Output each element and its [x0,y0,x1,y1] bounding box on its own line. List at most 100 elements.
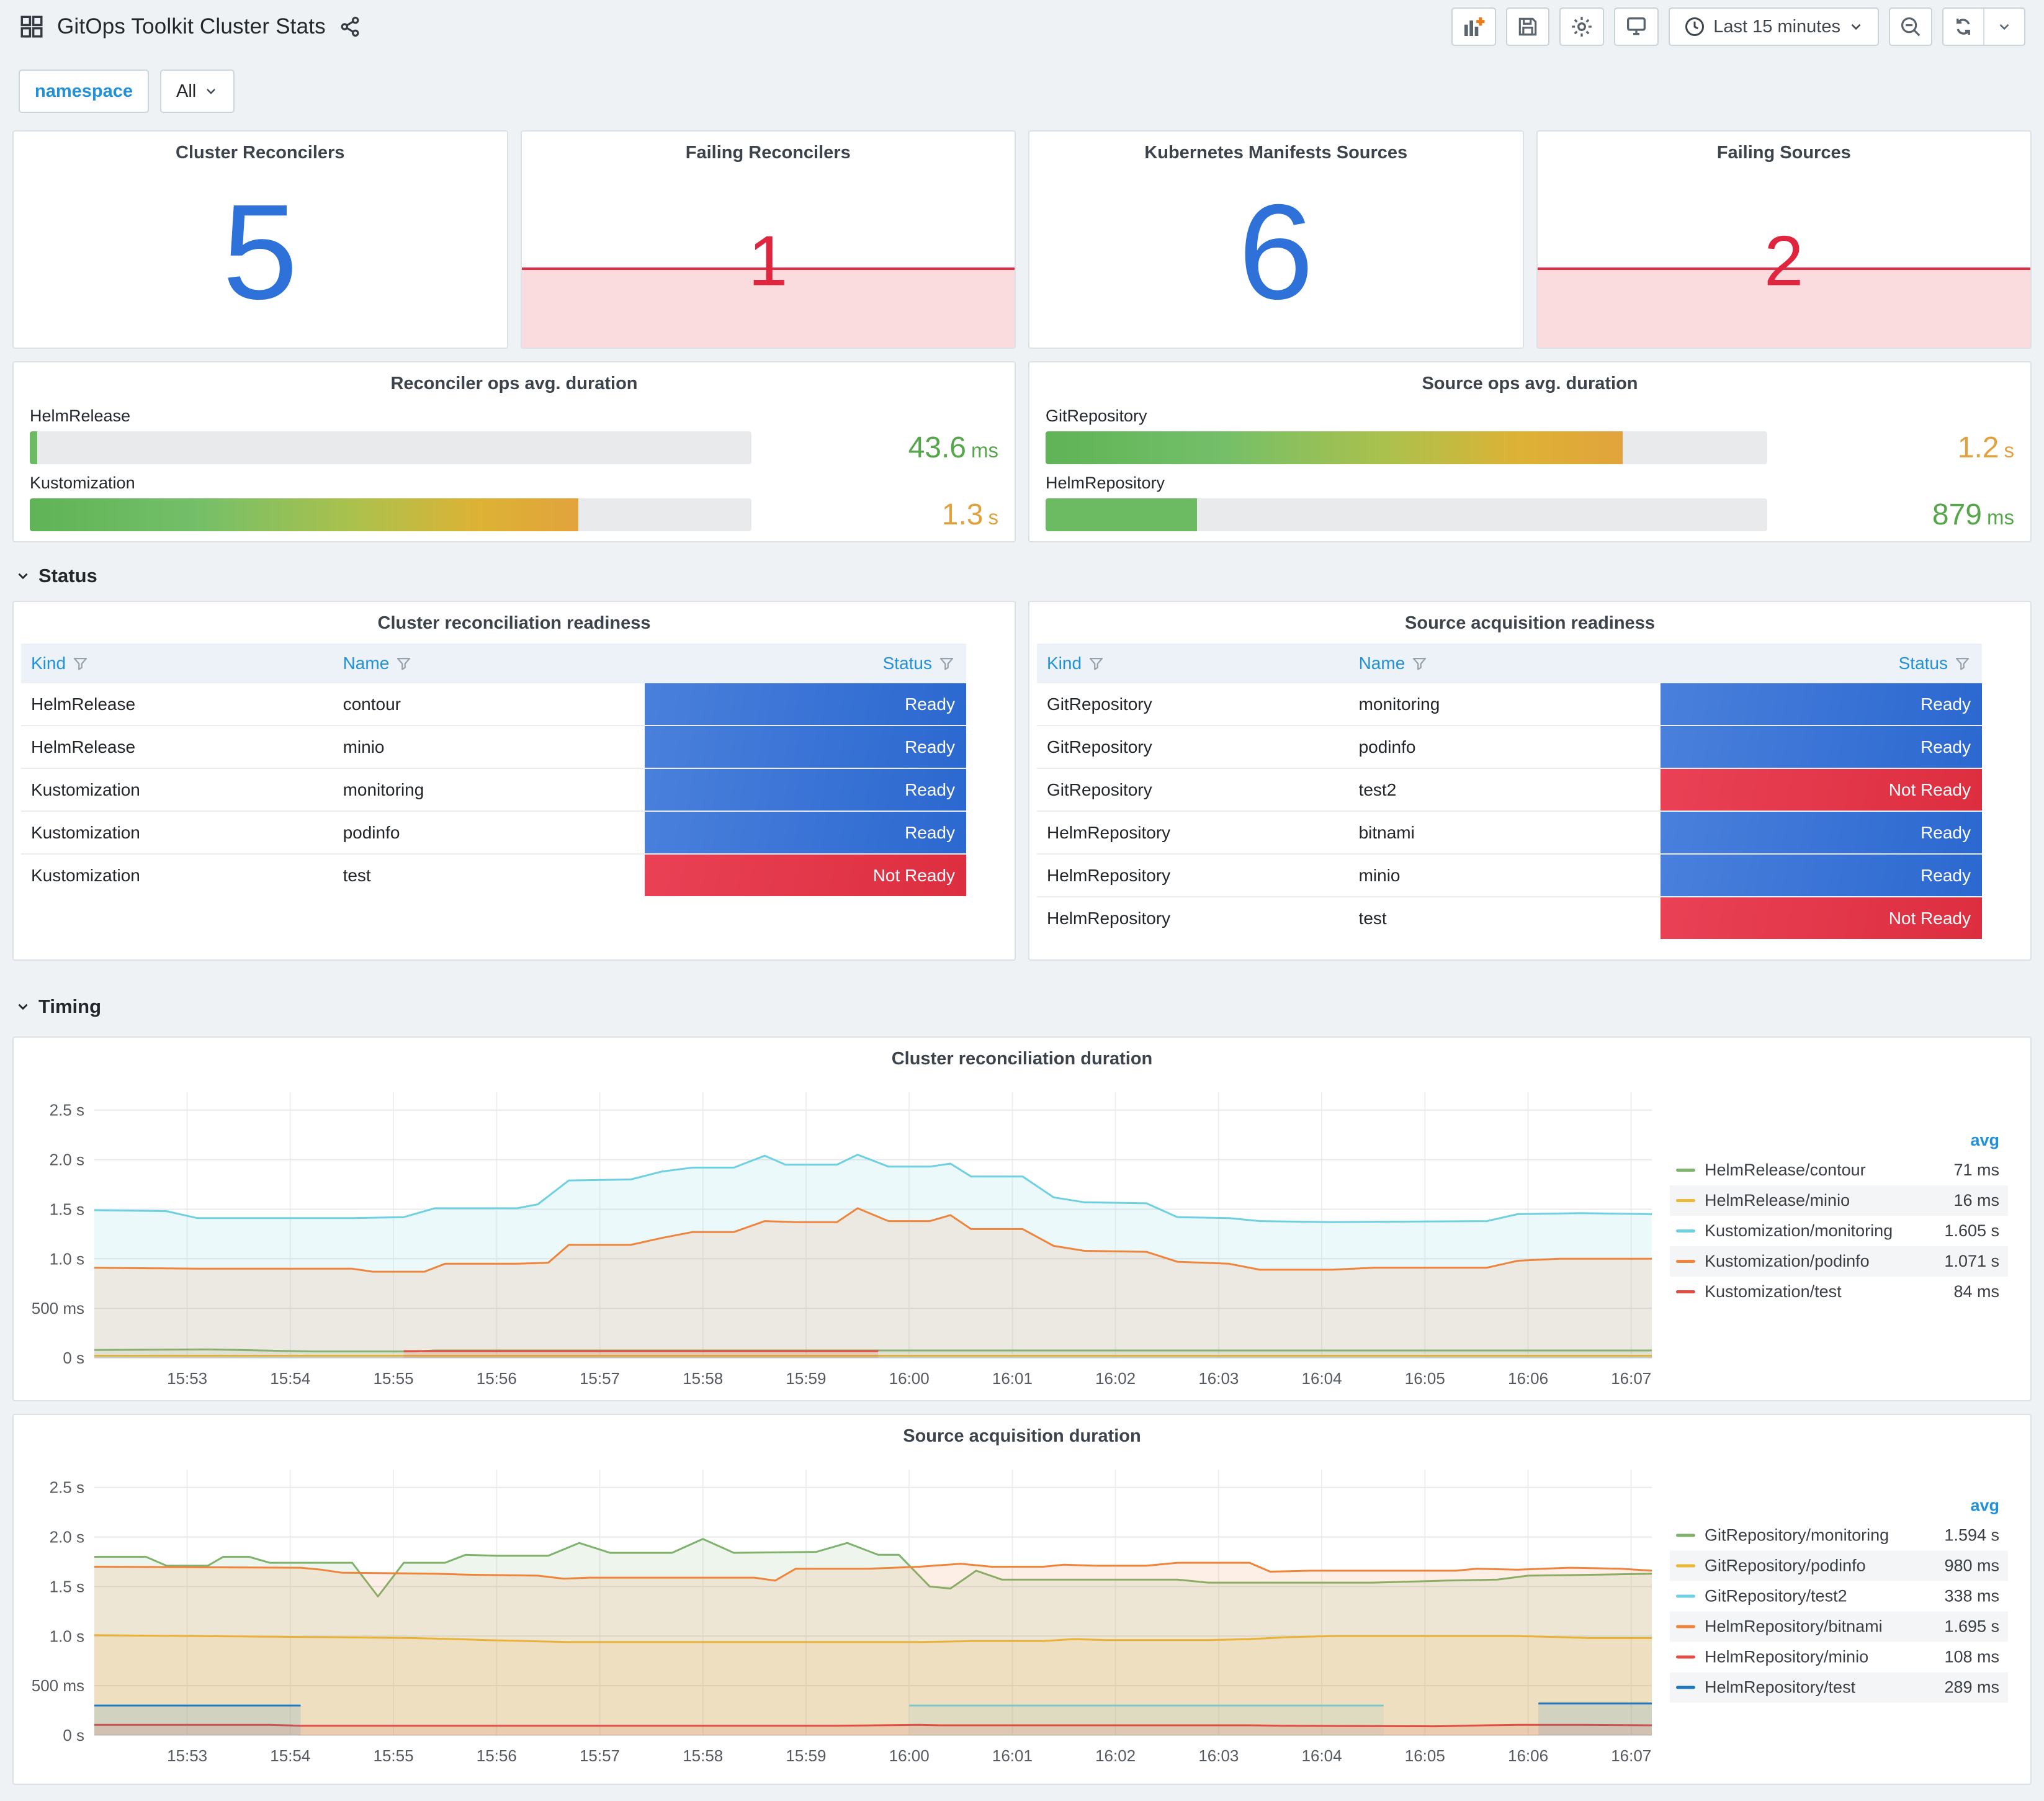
variable-value-dropdown[interactable]: All [160,70,235,113]
legend-item[interactable]: HelmRelease/minio 16 ms [1670,1185,2008,1216]
svg-text:15:56: 15:56 [477,1746,517,1765]
cell-kind: HelmRelease [31,694,136,714]
svg-text:16:03: 16:03 [1198,1746,1239,1765]
legend-item[interactable]: Kustomization/test 84 ms [1670,1277,2008,1307]
add-panel-button[interactable] [1451,7,1497,46]
filter-funnel-icon[interactable] [1088,655,1105,672]
bar-gauge-row: Reconciler ops avg. duration HelmRelease 4… [12,361,2032,542]
stat-panels-row: Cluster Reconcilers 5 Failing Reconcilers 1… [12,130,2032,349]
cell-status: Ready [1661,855,1982,896]
section-title: Status [38,565,97,586]
svg-text:15:55: 15:55 [374,1369,414,1388]
legend-item[interactable]: HelmRepository/minio 108 ms [1670,1642,2008,1673]
section-title: Timing [38,995,102,1017]
share-icon[interactable] [338,15,362,38]
legend-item[interactable]: GitRepository/test2 338 ms [1670,1581,2008,1612]
series-avg-value: 289 ms [1944,1677,1999,1697]
refresh-interval-dropdown[interactable] [1983,9,2024,45]
panel-title: Failing Reconcilers [685,143,851,163]
legend-item[interactable]: GitRepository/podinfo 980 ms [1670,1550,2008,1581]
filter-funnel-icon[interactable] [938,655,955,672]
table-row: HelmRepository bitnami Ready [1037,811,1982,853]
chart-legend: avg HelmRelease/contour 71 ms HelmRelease/m… [1670,1131,2008,1307]
legend-avg-header[interactable]: avg [1670,1496,2008,1520]
column-header-status[interactable]: Status [645,644,966,683]
section-header-status[interactable]: Status [15,559,2029,593]
stat-panel-0: Cluster Reconcilers 5 [12,130,508,349]
save-dashboard-button[interactable] [1506,7,1550,46]
svg-text:16:01: 16:01 [992,1369,1033,1388]
column-header-name[interactable]: Name [1349,644,1661,683]
svg-text:15:56: 15:56 [477,1369,517,1388]
filter-funnel-icon[interactable] [395,655,412,672]
legend-item[interactable]: HelmRepository/bitnami 1.695 s [1670,1611,2008,1642]
cell-status: Ready [1661,726,1982,768]
svg-text:2.5 s: 2.5 s [50,1478,84,1497]
filter-funnel-icon[interactable] [1954,655,1971,672]
series-color-dash [1676,1594,1695,1598]
series-color-dash [1676,1290,1695,1293]
legend-item[interactable]: Kustomization/monitoring 1.605 s [1670,1216,2008,1246]
column-header-kind[interactable]: Kind [21,644,333,683]
series-color-dash [1676,1260,1695,1263]
series-color-dash [1676,1169,1695,1172]
apps-grid-icon[interactable] [19,14,45,40]
series-name: Kustomization/monitoring [1705,1221,1893,1240]
cell-name: contour [343,694,401,714]
svg-text:15:59: 15:59 [786,1746,826,1765]
gauge-value-unit: s [2004,439,2015,462]
refresh-button[interactable] [1943,9,1983,45]
chevron-down-icon [18,1004,28,1010]
gauge-label: HelmRelease [30,406,131,425]
svg-text:16:02: 16:02 [1095,1369,1136,1388]
svg-text:16:05: 16:05 [1405,1369,1445,1388]
svg-text:15:58: 15:58 [683,1369,723,1388]
series-name: HelmRelease/contour [1705,1161,1866,1179]
column-header-status[interactable]: Status [1661,644,1982,683]
plot-svg: 0 s 500 ms 1.0 s 1.5 s 2.0 s 2.5 s 15:53 15:54 1… [32,1470,1652,1765]
svg-text:500 ms: 500 ms [32,1676,84,1695]
gauge-row: 43.6 ms [30,431,998,465]
filter-funnel-icon[interactable] [1411,655,1428,672]
section-header-timing[interactable]: Timing [15,989,2029,1024]
series-avg-value: 16 ms [1953,1191,1999,1210]
series-avg-value: 71 ms [1953,1161,1999,1179]
dashboard-settings-button[interactable] [1559,7,1605,46]
gauge-fill [30,498,578,531]
cycle-view-mode-button[interactable] [1614,7,1659,46]
gauge-fill [1046,498,1198,531]
table-row: Kustomization monitoring Ready [21,768,966,811]
legend-item[interactable]: Kustomization/podinfo 1.071 s [1670,1246,2008,1277]
column-header-name[interactable]: Name [333,644,645,683]
legend-item[interactable]: GitRepository/monitoring 1.594 s [1670,1520,2008,1551]
cell-kind: HelmRepository [1047,908,1171,928]
cell-kind: HelmRelease [31,737,136,757]
column-header-label: Kind [1047,653,1082,673]
legend-item[interactable]: HelmRelease/contour 71 ms [1670,1155,2008,1185]
table-row: GitRepository podinfo Ready [1037,725,1982,768]
zoom-out-time-button[interactable] [1889,7,1932,46]
cell-name: monitoring [1358,694,1440,714]
time-range-picker[interactable]: Last 15 minutes [1669,7,1879,46]
svg-text:16:00: 16:00 [889,1746,930,1765]
series-color-dash [1676,1655,1695,1659]
legend-avg-header[interactable]: avg [1670,1131,2008,1155]
timeseries-chart[interactable]: 0 s 500 ms 1.0 s 1.5 s 2.0 s 2.5 s 15:53 15:54 1… [25,1452,1663,1769]
gauge-value: 1.2 s [1958,431,2014,465]
timeseries-chart[interactable]: 0 s 500 ms 1.0 s 1.5 s 2.0 s 2.5 s 15:53 15:54 1… [25,1075,1663,1392]
legend-item[interactable]: HelmRepository/test 289 ms [1670,1672,2008,1703]
series-name: Kustomization/test [1705,1282,1842,1301]
column-header-label: Kind [31,653,66,673]
gauge-value-unit: ms [971,439,998,462]
svg-text:16:00: 16:00 [889,1369,930,1388]
panel-source-acquisition-duration: Source acquisition duration 0 s 500 ms 1.0… [12,1414,2032,1785]
chevron-down-icon [1851,24,1861,30]
filter-funnel-icon[interactable] [72,655,89,672]
dashboard-header: GitOps Toolkit Cluster Stats Last 15 min… [12,0,2032,53]
column-header-kind[interactable]: Kind [1037,644,1349,683]
variable-name-namespace[interactable]: namespace [19,70,149,113]
bar-gauge-panel-1: Source ops avg. duration GitRepository 1.2… [1028,361,2032,542]
panel-title: Kubernetes Manifests Sources [1144,143,1408,163]
clock-icon [1685,17,1705,36]
table-body: HelmRelease contour Ready HelmRelease minio R… [21,683,966,896]
